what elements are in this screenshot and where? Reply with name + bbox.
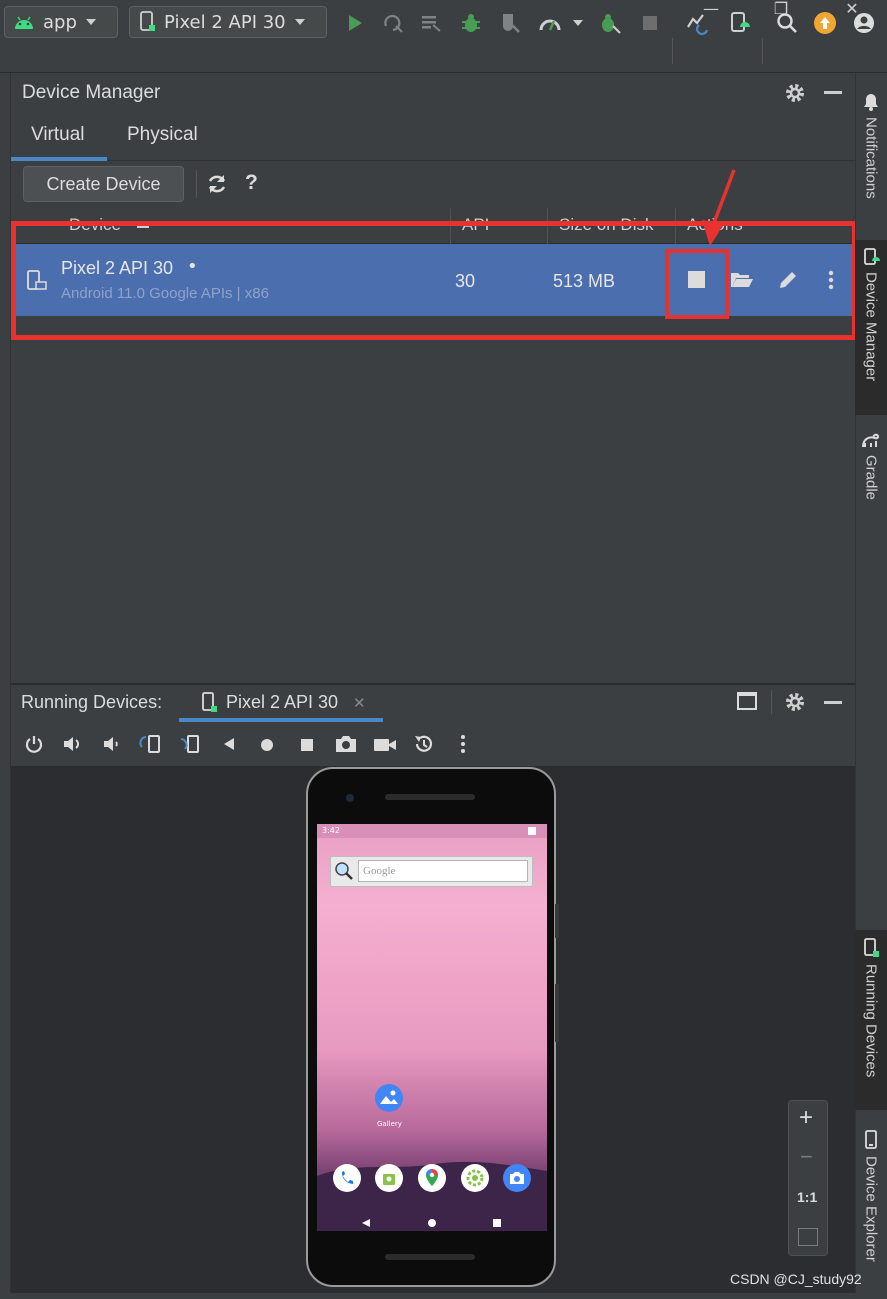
apply-changes-icon[interactable]: [380, 10, 406, 36]
sidebar-tab-device-manager[interactable]: Device Manager: [855, 240, 887, 415]
gallery-icon[interactable]: [375, 1084, 403, 1116]
sync-icon[interactable]: [685, 10, 711, 36]
phone-back-icon[interactable]: [361, 1213, 371, 1232]
running-devices-icon: [864, 938, 879, 957]
store-app-icon[interactable]: [375, 1164, 403, 1196]
back-icon[interactable]: [221, 736, 237, 756]
sidebar-tab-running-devices[interactable]: Running Devices: [855, 930, 887, 1110]
run-config-label: app: [43, 11, 77, 33]
left-tool-strip: [0, 73, 11, 1293]
sidebar-tab-gradle[interactable]: Gradle: [855, 425, 887, 515]
stop-icon[interactable]: [637, 10, 663, 36]
snapshot-icon[interactable]: [413, 733, 435, 759]
phone-status-time: 3:42: [322, 826, 340, 835]
tab-running-device[interactable]: Pixel 2 API 30: [226, 692, 338, 713]
more-options-icon[interactable]: [458, 734, 468, 758]
device-manager-icon: [864, 248, 880, 265]
chevron-down-icon: [294, 19, 305, 25]
device-tab-icon: [200, 692, 218, 718]
phone-home-icon[interactable]: [427, 1213, 437, 1232]
sidebar-tab-notifications[interactable]: Notifications: [855, 85, 887, 215]
rotate-left-icon[interactable]: [139, 733, 163, 759]
toolbar-separator: [196, 170, 197, 198]
search-icon[interactable]: [774, 10, 800, 36]
phone-icon: [140, 11, 155, 31]
update-icon[interactable]: [812, 10, 838, 36]
device-selector[interactable]: Pixel 2 API 30: [129, 6, 327, 38]
fit-screen-icon[interactable]: [798, 1228, 818, 1246]
power-icon[interactable]: [24, 734, 44, 758]
run-config-selector[interactable]: app: [4, 6, 118, 38]
search-icon: [334, 861, 354, 885]
gear-icon[interactable]: [784, 82, 806, 108]
volume-up-icon[interactable]: [62, 734, 84, 758]
running-devices-label: Running Devices:: [21, 692, 163, 712]
minimize-panel-icon[interactable]: [824, 91, 842, 94]
debug-attach-icon[interactable]: [597, 10, 623, 36]
zoom-in-button[interactable]: +: [799, 1104, 813, 1132]
maximize-icon[interactable]: [737, 692, 757, 710]
sidebar-tab-label: Device Manager: [862, 272, 880, 382]
gallery-label: Gallery: [377, 1120, 402, 1128]
phone-app-icon[interactable]: [333, 1164, 361, 1196]
tab-physical[interactable]: Physical: [127, 124, 198, 146]
annotation-highlight-stop: [665, 249, 729, 319]
sidebar-tab-label: Gradle: [862, 455, 880, 501]
tabs-divider: [11, 160, 855, 161]
toolbar-separator: [672, 38, 673, 64]
phone-frame: [306, 767, 559, 1287]
phone-battery-icon: [528, 827, 536, 835]
help-icon[interactable]: ?: [245, 171, 258, 195]
header-separator: [771, 690, 772, 714]
camera-app-icon[interactable]: [503, 1164, 531, 1196]
apply-code-changes-icon[interactable]: [418, 10, 444, 36]
bottom-status-bar: [0, 1293, 887, 1299]
sidebar-tab-label: Device Explorer: [862, 1156, 880, 1262]
android-icon: [15, 16, 33, 29]
debug-icon[interactable]: [458, 10, 484, 36]
tab-virtual[interactable]: Virtual: [31, 124, 85, 146]
create-device-button[interactable]: Create Device: [23, 166, 184, 202]
annotation-arrow: [702, 169, 736, 246]
close-tab-icon[interactable]: ✕: [353, 694, 366, 712]
sidebar-tab-label: Notifications: [862, 117, 880, 199]
dev-app-icon[interactable]: [461, 1164, 489, 1196]
refresh-icon[interactable]: [206, 173, 228, 199]
profile-icon[interactable]: [537, 10, 563, 36]
account-icon[interactable]: [851, 10, 877, 36]
device-selector-label: Pixel 2 API 30: [164, 11, 286, 33]
panel-title: Device Manager: [22, 82, 161, 103]
phone-overview-icon[interactable]: [492, 1213, 502, 1232]
run-icon[interactable]: [342, 10, 368, 36]
chevron-down-icon[interactable]: [565, 10, 591, 36]
table-empty-area: [11, 316, 855, 679]
device-explorer-icon: [865, 1130, 877, 1149]
bell-icon: [864, 94, 878, 111]
gradle-icon: [862, 433, 880, 448]
zoom-actual-size-button[interactable]: 1:1: [797, 1189, 817, 1205]
volume-down-icon[interactable]: [102, 734, 122, 758]
chevron-down-icon: [85, 19, 96, 25]
sidebar-tab-label: Running Devices: [862, 964, 880, 1078]
maps-app-icon[interactable]: [418, 1164, 446, 1196]
phone-search-placeholder: Google: [363, 865, 396, 877]
rotate-right-icon[interactable]: [178, 733, 202, 759]
gear-icon[interactable]: [784, 691, 806, 717]
toolbar-separator: [762, 38, 763, 64]
camera-icon[interactable]: [334, 734, 358, 758]
overview-icon[interactable]: [300, 737, 314, 756]
home-icon[interactable]: [260, 737, 274, 756]
active-tab-indicator: [11, 157, 107, 161]
watermark: CSDN @CJ_study92: [730, 1271, 862, 1287]
attach-debugger-icon[interactable]: [497, 10, 523, 36]
video-record-icon[interactable]: [373, 736, 397, 758]
minimize-panel-icon[interactable]: [824, 701, 842, 704]
device-manager-icon[interactable]: [726, 10, 752, 36]
zoom-out-button[interactable]: −: [800, 1144, 813, 1170]
